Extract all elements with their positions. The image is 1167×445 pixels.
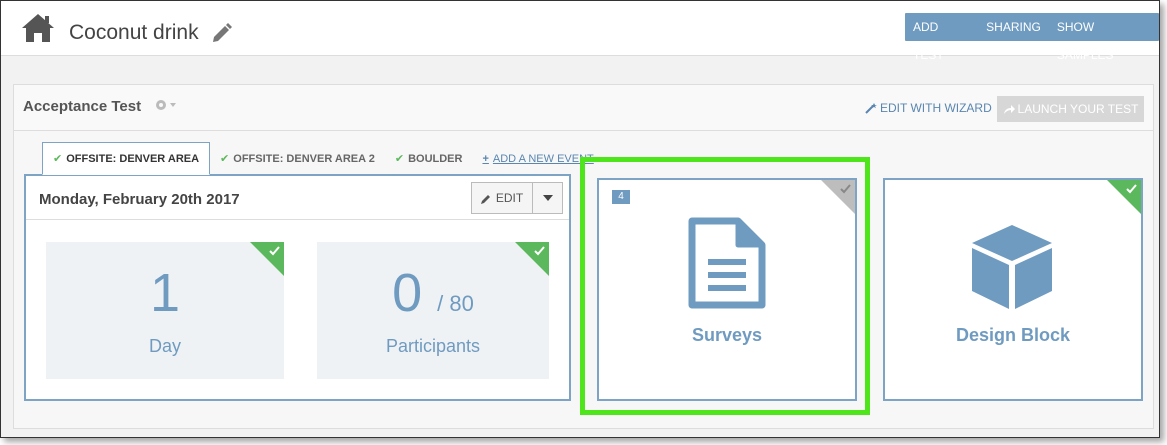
participants-number: 0 <box>392 263 423 323</box>
gear-icon[interactable] <box>155 98 179 112</box>
design-block-label: Design Block <box>955 325 1071 345</box>
surveys-label: Surveys <box>691 325 763 345</box>
test-panel: Acceptance Test EDIT WITH WIZARD LAUNCH … <box>13 84 1154 429</box>
edit-with-wizard-label: EDIT WITH WIZARD <box>880 101 992 115</box>
days-value: 1 <box>46 262 284 324</box>
test-name: Acceptance Test <box>23 98 142 115</box>
document-icon <box>688 217 766 309</box>
participants-label: Participants <box>385 336 481 356</box>
project-title: Coconut drink <box>69 21 199 44</box>
days-number: 1 <box>149 263 181 323</box>
app-window: Coconut drink ADD TEST SHARING SHOW SAMP… <box>0 0 1160 438</box>
event-tabs: ✔ OFFSITE: DENVER AREA ✔ OFFSITE: DENVER… <box>42 142 604 175</box>
tab-boulder[interactable]: ✔ BOULDER <box>385 142 473 175</box>
edit-event-label: EDIT <box>495 191 524 205</box>
tab-label: OFFSITE: DENVER AREA 2 <box>233 152 375 165</box>
edit-dropdown-button[interactable] <box>533 182 563 214</box>
check-icon: ✔ <box>394 153 405 165</box>
add-test-button[interactable]: ADD TEST <box>905 13 978 62</box>
share-arrow-icon <box>1003 104 1015 114</box>
check-corner-icon <box>250 242 284 276</box>
participants-stat: 0 / 80 Participants <box>317 242 549 379</box>
top-actions: ADD TEST SHARING SHOW SAMPLES <box>905 13 1159 62</box>
top-bar: Coconut drink ADD TEST SHARING SHOW SAMP… <box>1 1 1159 62</box>
launch-test-button[interactable]: LAUNCH YOUR TEST <box>997 96 1144 122</box>
check-icon: ✔ <box>220 153 230 165</box>
surveys-count-badge: 4 <box>612 190 630 204</box>
test-panel-header: Acceptance Test EDIT WITH WIZARD LAUNCH … <box>14 85 1153 131</box>
plus-icon: + <box>482 152 489 165</box>
wand-icon <box>865 103 877 114</box>
edit-event-button[interactable]: EDIT <box>471 182 533 214</box>
check-corner-icon <box>1107 180 1141 214</box>
pencil-icon <box>480 194 490 204</box>
edit-button-group: EDIT <box>471 182 563 214</box>
tab-label: OFFSITE: DENVER AREA <box>66 152 200 165</box>
pencil-icon[interactable] <box>211 22 233 44</box>
check-corner-icon <box>515 242 549 276</box>
cube-icon <box>972 225 1052 309</box>
caret-down-icon <box>542 195 553 201</box>
sharing-button[interactable]: SHARING <box>978 13 1049 41</box>
event-date: Monday, February 20th 2017 <box>39 191 240 208</box>
check-corner-icon <box>821 180 855 214</box>
add-new-event-label: ADD A NEW EVENT <box>492 152 594 165</box>
check-icon: ✔ <box>53 153 63 165</box>
show-samples-button[interactable]: SHOW SAMPLES <box>1049 13 1159 62</box>
event-card: Monday, February 20th 2017 EDIT 1 Day 0 … <box>24 174 571 401</box>
days-label: Day <box>148 336 181 356</box>
home-icon[interactable] <box>21 13 55 43</box>
edit-with-wizard-link[interactable]: EDIT WITH WIZARD <box>865 101 992 115</box>
days-stat: 1 Day <box>46 242 284 379</box>
participants-total: / 80 <box>437 291 474 316</box>
tab-offsite-denver-area[interactable]: ✔ OFFSITE: DENVER AREA <box>42 142 211 175</box>
launch-test-label: LAUNCH YOUR TEST <box>1017 102 1139 116</box>
event-header: Monday, February 20th 2017 EDIT <box>26 176 569 220</box>
design-block-tile[interactable]: Design Block <box>883 178 1143 401</box>
surveys-tile[interactable]: 4 Surveys <box>597 178 857 401</box>
tab-label: BOULDER <box>408 152 463 165</box>
tab-offsite-denver-area-2[interactable]: ✔ OFFSITE: DENVER AREA 2 <box>210 142 385 175</box>
add-new-event-link[interactable]: + ADD A NEW EVENT <box>472 142 603 175</box>
